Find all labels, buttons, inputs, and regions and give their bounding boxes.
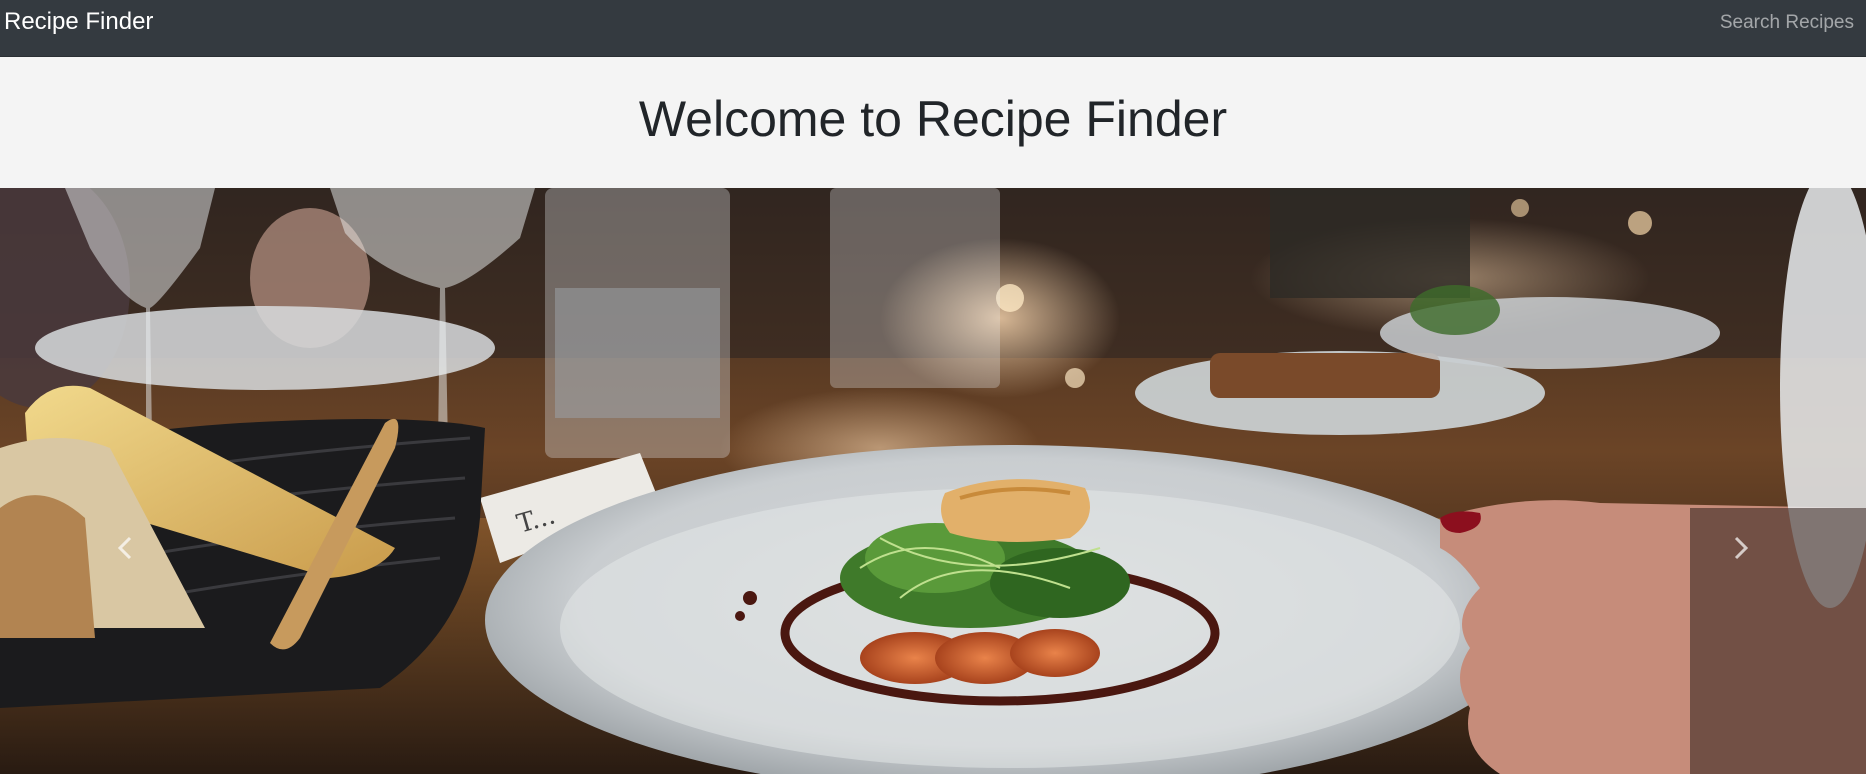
carousel-image: T... [0, 188, 1866, 774]
search-recipes-link[interactable]: Search Recipes [1720, 13, 1854, 33]
carousel-next-button[interactable] [1616, 188, 1866, 774]
chevron-right-icon [1734, 536, 1749, 560]
page-title: Welcome to Recipe Finder [638, 91, 1228, 147]
carousel-prev-button[interactable] [0, 188, 250, 774]
welcome-banner: Welcome to Recipe Finder [0, 57, 1866, 188]
image-carousel: T... [0, 188, 1866, 774]
navbar: Recipe Finder Search Recipes [0, 0, 1866, 57]
chevron-left-icon [117, 536, 132, 560]
brand-link[interactable]: Recipe Finder [4, 10, 153, 34]
